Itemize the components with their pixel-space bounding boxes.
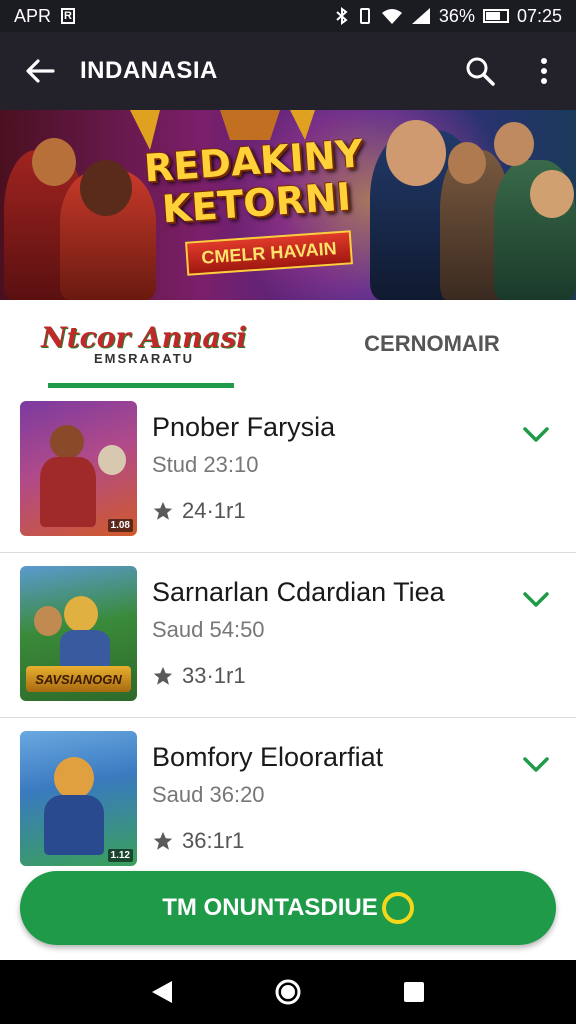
item-rating-value: 24·1r1	[182, 498, 246, 523]
item-rating-value: 33·1r1	[182, 663, 246, 688]
star-icon	[153, 666, 173, 685]
tab-logo: Ntcor Annasi EMSRARATU	[41, 320, 247, 366]
hero-head-4	[448, 142, 486, 184]
item-thumbnail[interactable]: SAVSIANOGN	[20, 566, 137, 701]
item-title: Sarnarlan Cdardian Tiea	[152, 577, 445, 607]
item-rating: 33·1r1	[152, 663, 246, 689]
wifi-icon	[381, 9, 402, 24]
back-button[interactable]	[0, 32, 80, 110]
item-rating: 24·1r1	[152, 498, 246, 524]
signal-icon	[411, 8, 430, 24]
item-thumbnail[interactable]: 1.12	[20, 731, 137, 866]
item-time: Saud 36:20	[152, 782, 265, 807]
notification-icon: R	[61, 8, 76, 24]
clock: 07:25	[516, 5, 562, 26]
hero-head-left	[32, 138, 76, 186]
tab-logo-subtitle: EMSRARATU	[93, 350, 195, 366]
tab-cernomair[interactable]: CERNOMAIR	[288, 300, 576, 388]
system-nav-bar	[0, 960, 576, 1024]
coin-icon	[381, 892, 414, 924]
item-title: Bomfory Eloorarfiat	[152, 742, 384, 772]
status-label: APR	[14, 5, 52, 26]
thumb-game-logo: SAVSIANOGN	[26, 666, 131, 692]
item-time: Saud 54:50	[152, 617, 265, 642]
promo-banner[interactable]: REDAKINY KETORNI CMELR HAVAIN	[0, 110, 576, 300]
list-item[interactable]: 1.12 Bomfory Eloorarfiat Saud 36:20 36:1…	[0, 718, 576, 883]
home-circle-icon[interactable]	[274, 978, 302, 1006]
thumb-character-body	[44, 795, 104, 855]
list-item[interactable]: 1.08 Pnober Farysia Stud 23:10 24·1r1	[0, 388, 576, 553]
tab-bar: Ntcor Annasi EMSRARATU CERNOMAIR	[0, 300, 576, 388]
item-title: Pnober Farysia	[152, 412, 336, 442]
hero-head-2	[80, 160, 132, 216]
more-options-button[interactable]	[512, 32, 576, 110]
search-icon	[466, 57, 495, 86]
recents-square-icon[interactable]	[402, 980, 426, 1004]
thumb-badge: 1.12	[107, 849, 133, 862]
banner-headline: REDAKINY KETORNI	[142, 131, 365, 232]
thumb-character-head	[50, 425, 84, 459]
chevron-down-icon[interactable]	[520, 583, 552, 615]
thumb-badge: 1.08	[107, 519, 133, 532]
thumb-character-body	[60, 630, 110, 670]
item-rating-value: 36:1r1	[182, 828, 245, 853]
thumb-character-2	[98, 445, 126, 475]
thumb-character-head	[54, 757, 94, 799]
item-thumbnail[interactable]: 1.08	[20, 401, 137, 536]
star-icon	[153, 501, 173, 520]
hero-head-6	[530, 170, 574, 218]
item-rating: 36:1r1	[152, 828, 244, 854]
chevron-down-icon[interactable]	[520, 748, 552, 780]
tab-featured[interactable]: Ntcor Annasi EMSRARATU	[0, 300, 288, 388]
arrow-left-icon	[26, 59, 55, 83]
item-list: 1.08 Pnober Farysia Stud 23:10 24·1r1 SA…	[0, 388, 576, 883]
tab-label: CERNOMAIR	[364, 331, 500, 356]
primary-action-button[interactable]: TM ONUNTASDIUE	[20, 871, 556, 945]
item-time: Stud 23:10	[152, 452, 259, 477]
page-title: INDANASIA	[80, 57, 218, 84]
battery-percent: 36%	[438, 5, 475, 26]
tab-logo-title: Ntcor Annasi	[41, 320, 247, 354]
hero-head-5	[494, 122, 534, 166]
vibrate-icon	[359, 8, 370, 24]
status-bar: APR R 36% 07:25	[0, 0, 576, 32]
back-triangle-icon[interactable]	[150, 979, 174, 1005]
thumb-character-body	[40, 457, 96, 527]
star-icon	[153, 831, 173, 850]
primary-action-label: TM ONUNTASDIUE	[162, 894, 378, 921]
app-bar: INDANASIA	[0, 32, 576, 110]
thumb-character-head	[34, 606, 62, 636]
list-item[interactable]: SAVSIANOGN Sarnarlan Cdardian Tiea Saud …	[0, 553, 576, 718]
battery-icon	[482, 9, 509, 23]
more-vert-icon	[541, 58, 547, 84]
thumb-character-2	[64, 596, 98, 632]
bluetooth-icon	[336, 7, 348, 25]
search-button[interactable]	[448, 32, 512, 110]
hero-head-3	[386, 120, 446, 186]
chevron-down-icon[interactable]	[520, 418, 552, 450]
